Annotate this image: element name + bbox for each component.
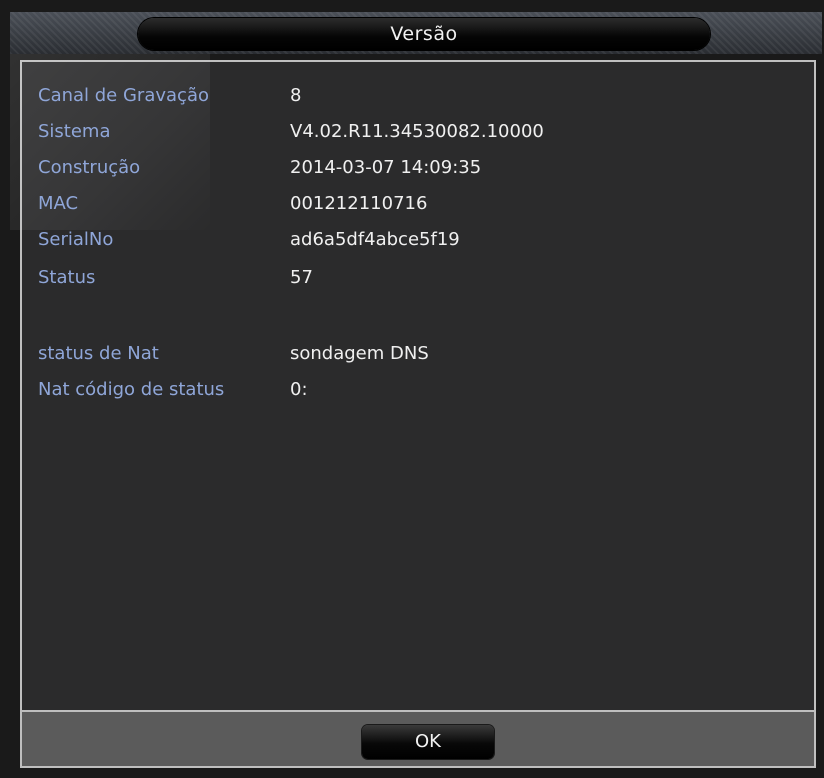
nat-label: Nat código de status [38,379,225,400]
info-value: 57 [290,267,313,288]
info-label: Canal de Gravação [38,85,209,106]
info-label: Sistema [38,121,111,142]
info-value: 2014-03-07 14:09:35 [290,157,482,178]
info-value: V4.02.R11.34530082.10000 [290,121,544,142]
ok-button[interactable]: OK [362,725,494,759]
info-label: Construção [38,157,141,178]
nat-label: status de Nat [38,343,159,364]
info-value: 8 [290,85,302,106]
info-value: ad6a5df4abce5f19 [290,229,460,250]
nat-value: sondagem DNS [290,343,429,364]
info-label: Status [38,267,96,288]
info-label: SerialNo [38,229,114,250]
version-dialog: Versão Canal de Gravação 8 Sistema V4.02… [0,0,824,778]
nat-value: 0: [290,379,308,400]
dialog-title: Versão [390,23,458,45]
info-value: 001212110716 [290,193,428,214]
info-label: MAC [38,193,79,214]
